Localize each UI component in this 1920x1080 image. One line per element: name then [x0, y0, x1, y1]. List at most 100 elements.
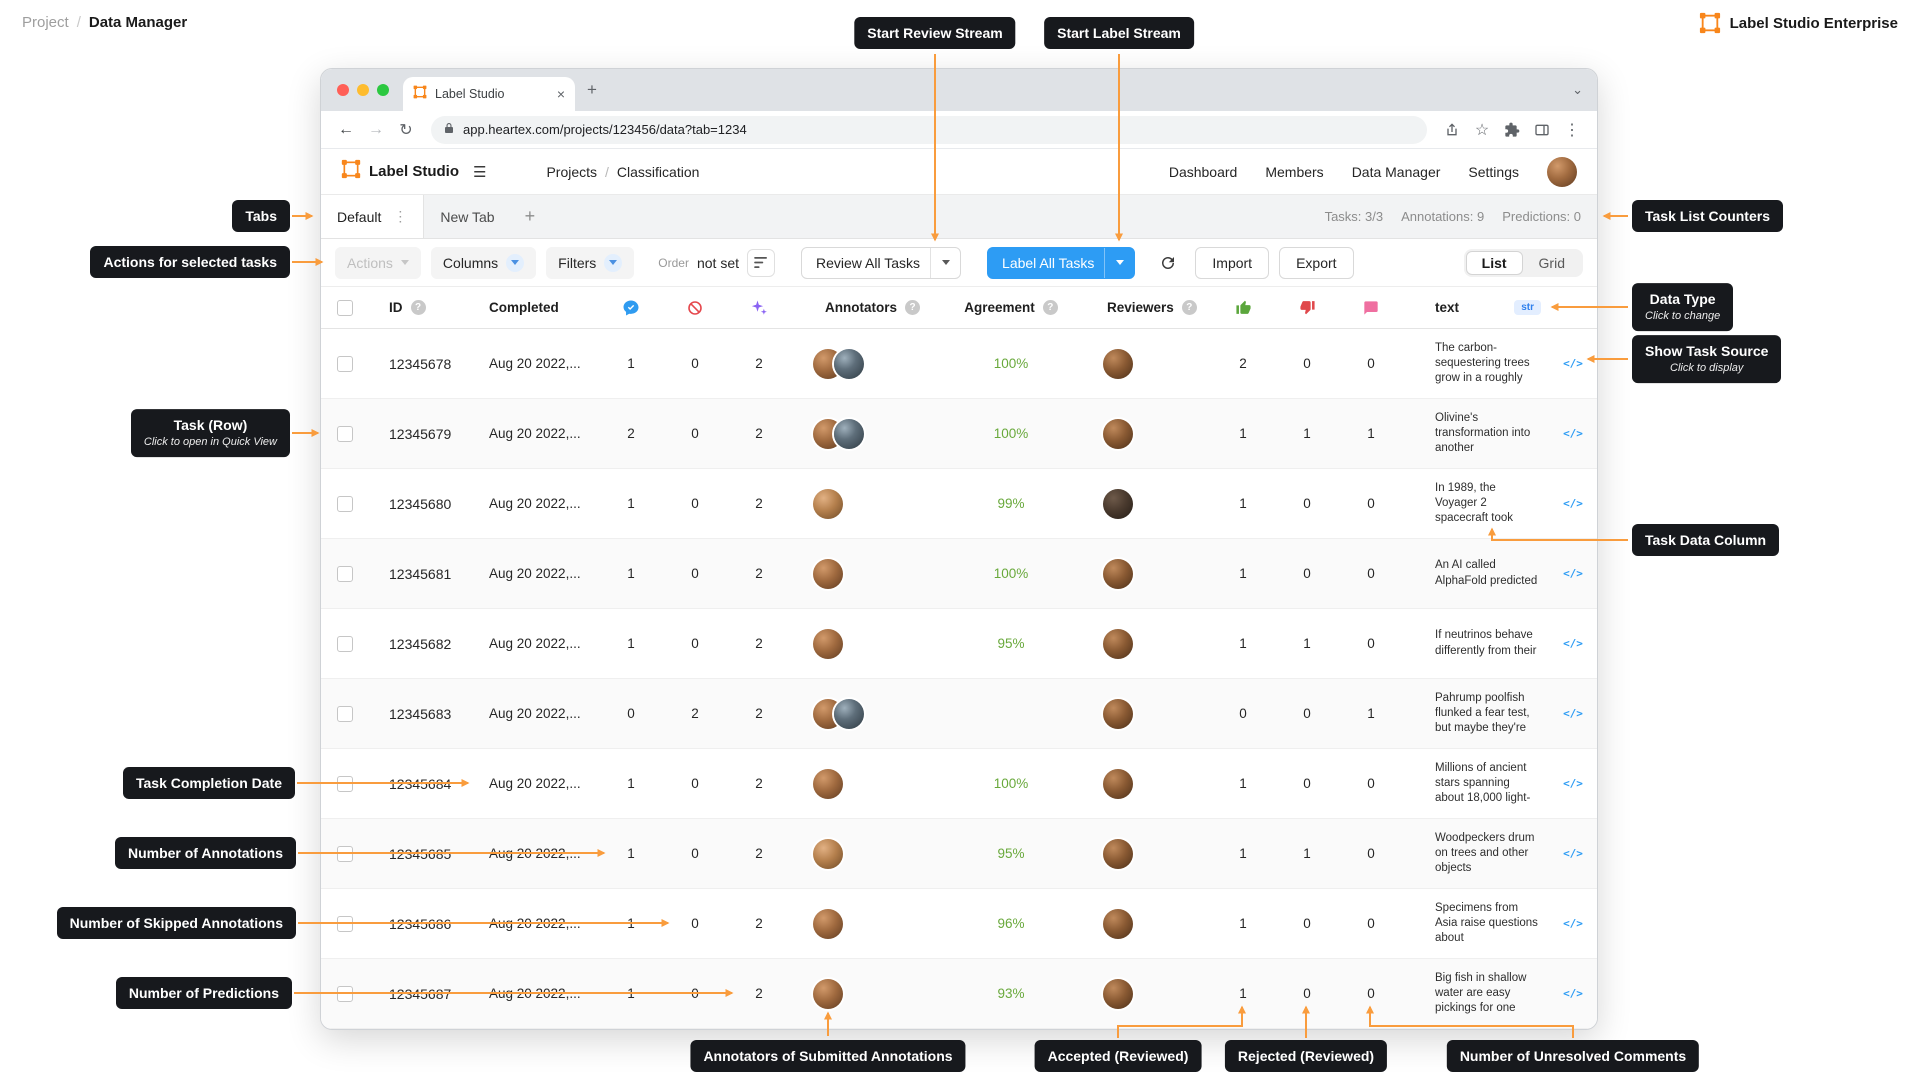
forward-button[interactable]: → [363, 121, 389, 139]
tab-options-icon[interactable]: ⋮ [393, 208, 407, 225]
col-id-header[interactable]: ID [389, 300, 403, 315]
row-checkbox[interactable] [337, 496, 353, 512]
row-checkbox[interactable] [337, 566, 353, 582]
avatar-av1[interactable] [813, 769, 843, 799]
tab-default[interactable]: Default ⋮ [321, 195, 424, 238]
label-all-tasks-button[interactable]: Label All Tasks [987, 247, 1135, 279]
extensions-icon[interactable] [1499, 122, 1525, 138]
grid-view-button[interactable]: Grid [1523, 251, 1581, 275]
browser-menu-icon[interactable]: ⋮ [1559, 120, 1585, 140]
task-data-text[interactable]: Millions of ancient stars spanning about… [1403, 761, 1549, 807]
tab-strip-chevron-icon[interactable]: ⌄ [1572, 82, 1583, 98]
order-dropdown[interactable]: not set [697, 255, 739, 271]
row-checkbox[interactable] [337, 426, 353, 442]
browser-tab[interactable]: Label Studio × [403, 77, 575, 111]
col-text-header[interactable]: text [1435, 300, 1459, 315]
col-reviewers-header[interactable]: Reviewers [1107, 300, 1174, 315]
accepted-icon[interactable] [1235, 299, 1252, 316]
help-icon[interactable]: ? [411, 300, 426, 315]
menu-icon[interactable]: ☰ [473, 163, 486, 181]
data-type-badge[interactable]: str [1514, 300, 1541, 315]
show-source-icon[interactable]: </> [1549, 749, 1597, 818]
show-source-icon[interactable]: </> [1549, 399, 1597, 468]
avatar-av4[interactable] [1103, 839, 1133, 869]
annotations-count-icon[interactable] [622, 299, 640, 317]
chevron-down-icon[interactable] [930, 248, 960, 278]
row-checkbox[interactable] [337, 846, 353, 862]
avatar-av4[interactable] [1103, 349, 1133, 379]
bookmark-star-icon[interactable]: ☆ [1469, 120, 1495, 140]
avatar-av3[interactable] [813, 489, 843, 519]
show-source-icon[interactable]: </> [1549, 679, 1597, 748]
tab-new-tab[interactable]: New Tab [424, 195, 510, 238]
skipped-annotations-icon[interactable] [687, 300, 703, 316]
avatar-av5[interactable] [1103, 489, 1133, 519]
export-button[interactable]: Export [1279, 247, 1353, 279]
col-agreement-header[interactable]: Agreement [964, 300, 1035, 315]
avatar-av4[interactable] [1103, 909, 1133, 939]
show-source-icon[interactable]: </> [1549, 959, 1597, 1028]
avatar-av1[interactable] [813, 979, 843, 1009]
nav-data-manager[interactable]: Data Manager [1352, 164, 1441, 180]
show-source-icon[interactable]: </> [1549, 469, 1597, 538]
task-data-text[interactable]: Big fish in shallow water are easy picki… [1403, 971, 1549, 1017]
task-data-text[interactable]: An AI called AlphaFold predicted [1403, 558, 1549, 588]
task-data-text[interactable]: In 1989, the Voyager 2 spacecraft took [1403, 481, 1549, 527]
select-all-checkbox[interactable] [337, 300, 353, 316]
predictions-icon[interactable] [750, 299, 768, 317]
table-row[interactable]: 12345681 Aug 20 2022,... 1 0 2 100% 1 0 … [321, 539, 1597, 609]
avatar-av4[interactable] [1103, 559, 1133, 589]
table-row[interactable]: 12345682 Aug 20 2022,... 1 0 2 95% 1 1 0… [321, 609, 1597, 679]
show-source-icon[interactable]: </> [1549, 329, 1597, 398]
app-logo-text[interactable]: Label Studio [369, 163, 459, 180]
row-checkbox[interactable] [337, 356, 353, 372]
task-data-text[interactable]: Woodpeckers drum on trees and other obje… [1403, 831, 1549, 877]
row-checkbox[interactable] [337, 636, 353, 652]
refresh-button[interactable] [1151, 247, 1185, 279]
columns-dropdown[interactable]: Columns [431, 247, 536, 279]
task-data-text[interactable]: The carbon-sequestering trees grow in a … [1403, 341, 1549, 387]
actions-dropdown[interactable]: Actions [335, 247, 421, 279]
rejected-icon[interactable] [1299, 299, 1316, 316]
task-data-text[interactable]: Pahrump poolfish flunked a fear test, bu… [1403, 691, 1549, 737]
close-window-button[interactable] [337, 84, 349, 96]
show-source-icon[interactable]: </> [1549, 819, 1597, 888]
share-icon[interactable] [1439, 122, 1465, 138]
review-all-tasks-button[interactable]: Review All Tasks [801, 247, 961, 279]
table-row[interactable]: 12345685 Aug 20 2022,... 1 0 2 95% 1 1 0… [321, 819, 1597, 889]
row-checkbox[interactable] [337, 706, 353, 722]
row-checkbox[interactable] [337, 986, 353, 1002]
reload-button[interactable]: ↻ [393, 120, 419, 140]
show-source-icon[interactable]: </> [1549, 889, 1597, 958]
avatar-av4[interactable] [1103, 419, 1133, 449]
table-row[interactable]: 12345684 Aug 20 2022,... 1 0 2 100% 1 0 … [321, 749, 1597, 819]
zoom-window-button[interactable] [377, 84, 389, 96]
comments-icon[interactable] [1363, 300, 1379, 316]
app-logo-icon[interactable] [341, 159, 361, 184]
avatar-av4[interactable] [1103, 769, 1133, 799]
minimize-window-button[interactable] [357, 84, 369, 96]
avatar-av1[interactable] [813, 629, 843, 659]
col-annotators-header[interactable]: Annotators [825, 300, 897, 315]
show-source-icon[interactable]: </> [1549, 609, 1597, 678]
chevron-down-icon[interactable] [1104, 248, 1134, 278]
avatar-av2[interactable] [834, 699, 864, 729]
nav-members[interactable]: Members [1265, 164, 1323, 180]
import-button[interactable]: Import [1195, 247, 1269, 279]
nav-settings[interactable]: Settings [1468, 164, 1519, 180]
row-checkbox[interactable] [337, 776, 353, 792]
help-icon[interactable]: ? [1043, 300, 1058, 315]
avatar-av1[interactable] [813, 909, 843, 939]
avatar-av2[interactable] [834, 349, 864, 379]
breadcrumb-project[interactable]: Project [22, 14, 69, 31]
table-row[interactable]: 12345678 Aug 20 2022,... 1 0 2 100% 2 0 … [321, 329, 1597, 399]
new-tab-button[interactable]: + [587, 80, 597, 100]
col-completed-header[interactable]: Completed [489, 300, 559, 315]
url-input[interactable]: app.heartex.com/projects/123456/data?tab… [431, 116, 1427, 144]
task-data-text[interactable]: If neutrinos behave differently from the… [1403, 628, 1549, 658]
tab-close-icon[interactable]: × [557, 86, 565, 102]
avatar-av4[interactable] [1103, 629, 1133, 659]
avatar-av4[interactable] [1103, 979, 1133, 1009]
table-row[interactable]: 12345686 Aug 20 2022,... 1 0 2 96% 1 0 0… [321, 889, 1597, 959]
sidebar-icon[interactable] [1529, 122, 1555, 138]
